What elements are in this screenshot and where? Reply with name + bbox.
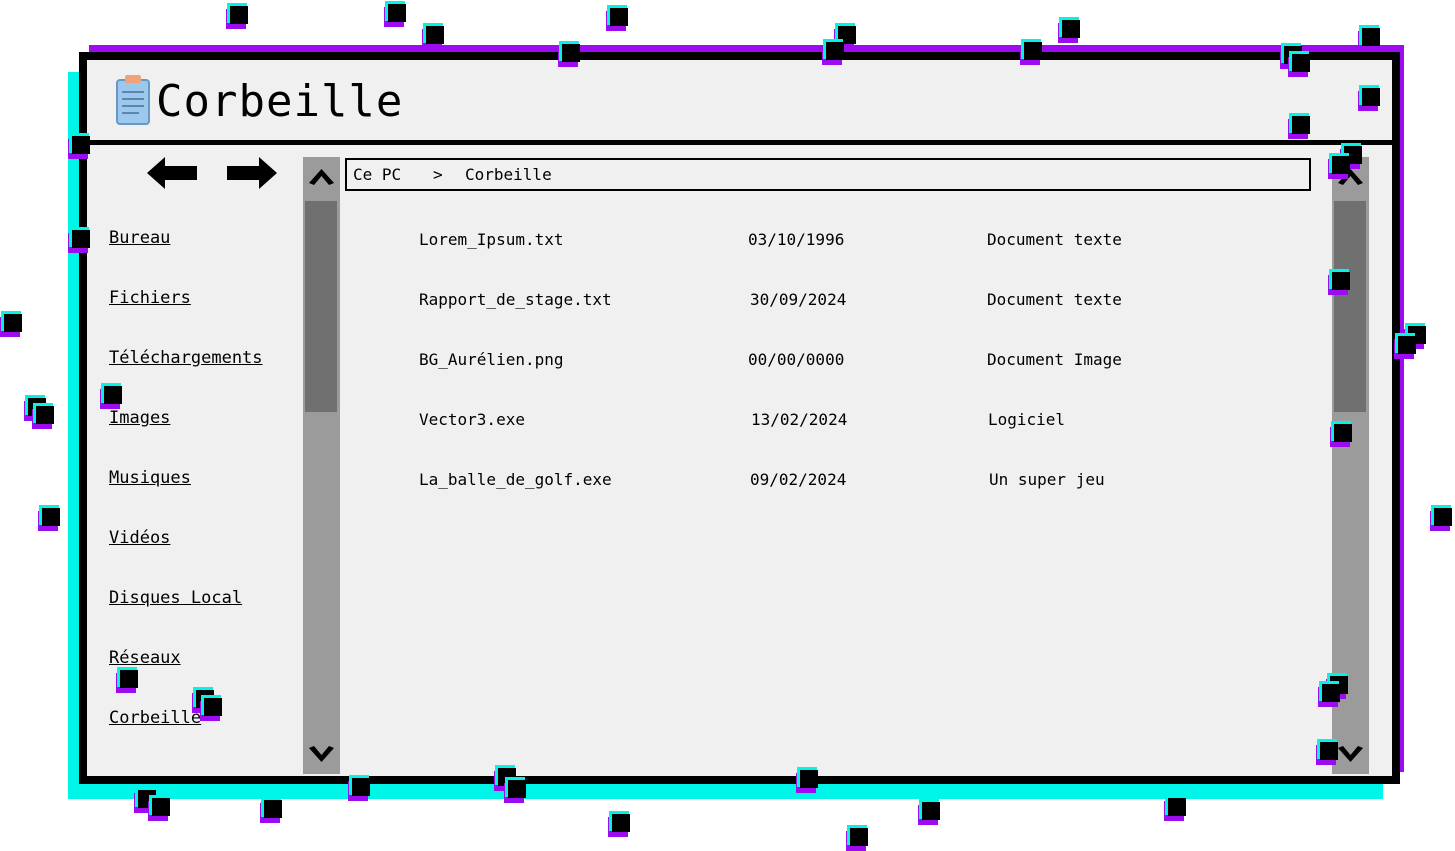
breadcrumb-current[interactable]: Corbeille	[465, 165, 552, 184]
glitch-square	[558, 41, 582, 67]
file-list-scroll-thumb[interactable]	[1334, 201, 1366, 412]
sidebar-item-bureau[interactable]: Bureau	[109, 228, 170, 248]
glitch-square	[1058, 17, 1082, 43]
file-name: Lorem_Ipsum.txt	[419, 230, 564, 249]
glitch-square	[422, 23, 446, 49]
glitch-square	[1164, 795, 1188, 821]
sidebar-item-disques-local[interactable]: Disques Local	[109, 588, 242, 608]
file-type: Logiciel	[988, 410, 1066, 429]
file-row[interactable]: La_balle_de_golf.exe 09/02/2024 Un super…	[417, 470, 1297, 500]
breadcrumb[interactable]: Ce PC > Corbeille	[345, 158, 1311, 191]
sidebar-item-telechargements[interactable]: Téléchargements	[109, 348, 263, 368]
file-row[interactable]: Rapport_de_stage.txt 30/09/2024 Document…	[417, 290, 1297, 320]
glitch-square	[918, 799, 942, 825]
scroll-up-icon[interactable]	[307, 163, 336, 187]
notepad-icon	[116, 75, 150, 125]
glitch-square	[100, 383, 124, 409]
glitch-square	[796, 767, 820, 793]
glitch-square	[608, 811, 632, 837]
file-name: BG_Aurélien.png	[419, 350, 564, 369]
glitch-square	[384, 1, 408, 27]
sidebar-scroll-thumb[interactable]	[305, 201, 337, 412]
glitch-square	[822, 39, 846, 65]
file-name: Vector3.exe	[419, 410, 525, 429]
glitch-square	[116, 667, 140, 693]
breadcrumb-separator: >	[433, 165, 443, 184]
glitch-square	[348, 775, 372, 801]
glitch-square	[38, 505, 62, 531]
glitch-square	[1020, 39, 1044, 65]
file-date: 09/02/2024	[750, 470, 847, 489]
glitch-square	[68, 227, 92, 253]
glitch-square	[0, 311, 24, 337]
glitch-square	[1288, 51, 1312, 77]
glitch-square	[846, 825, 870, 851]
glitch-square	[200, 695, 224, 721]
glitch-square	[1328, 153, 1352, 179]
arrow-right-icon[interactable]	[223, 153, 279, 193]
sidebar-item-fichiers[interactable]: Fichiers	[109, 288, 191, 308]
glitch-square	[1430, 505, 1454, 531]
file-name: La_balle_de_golf.exe	[419, 470, 612, 489]
glitch-square	[1316, 739, 1340, 765]
glitch-square	[1358, 25, 1382, 51]
title-bar: Corbeille	[87, 60, 1392, 145]
breadcrumb-root[interactable]: Ce PC	[353, 165, 401, 184]
glitch-square	[148, 795, 172, 821]
file-date: 13/02/2024	[751, 410, 848, 429]
sidebar-item-musiques[interactable]: Musiques	[109, 468, 191, 488]
glitch-square	[504, 777, 528, 803]
file-explorer-window: Corbeille Bureau Fichiers Téléchargement…	[79, 52, 1400, 784]
file-date: 03/10/1996	[748, 230, 845, 249]
glitch-square	[606, 5, 630, 31]
file-date: 00/00/0000	[748, 350, 845, 369]
scroll-down-icon[interactable]	[1336, 744, 1365, 768]
file-row[interactable]: Vector3.exe 13/02/2024 Logiciel	[417, 410, 1297, 440]
glitch-square	[32, 403, 56, 429]
file-type: Document texte	[987, 230, 1122, 249]
glitch-square	[1394, 333, 1418, 359]
scroll-down-icon[interactable]	[307, 744, 336, 768]
file-name: Rapport_de_stage.txt	[419, 290, 612, 309]
file-type: Un super jeu	[989, 470, 1105, 489]
glitch-square	[68, 133, 92, 159]
sidebar-scrollbar[interactable]	[303, 157, 340, 774]
file-type: Document texte	[987, 290, 1122, 309]
glitch-square	[1328, 269, 1352, 295]
file-date: 30/09/2024	[750, 290, 847, 309]
glitch-square	[1288, 113, 1312, 139]
file-type: Document Image	[987, 350, 1122, 369]
sidebar-item-reseaux[interactable]: Réseaux	[109, 648, 181, 668]
file-row[interactable]: BG_Aurélien.png 00/00/0000 Document Imag…	[417, 350, 1297, 380]
sidebar-item-images[interactable]: Images	[109, 408, 170, 428]
glitch-square	[226, 3, 250, 29]
sidebar-item-corbeille[interactable]: Corbeille	[109, 708, 201, 728]
glitch-square	[1318, 681, 1342, 707]
glitch-square	[1358, 85, 1382, 111]
file-row[interactable]: Lorem_Ipsum.txt 03/10/1996 Document text…	[417, 230, 1297, 260]
sidebar-item-videos[interactable]: Vidéos	[109, 528, 170, 548]
window-title: Corbeille	[156, 76, 404, 127]
glitch-square	[260, 797, 284, 823]
glitch-square	[1330, 421, 1354, 447]
arrow-left-icon[interactable]	[145, 153, 201, 193]
